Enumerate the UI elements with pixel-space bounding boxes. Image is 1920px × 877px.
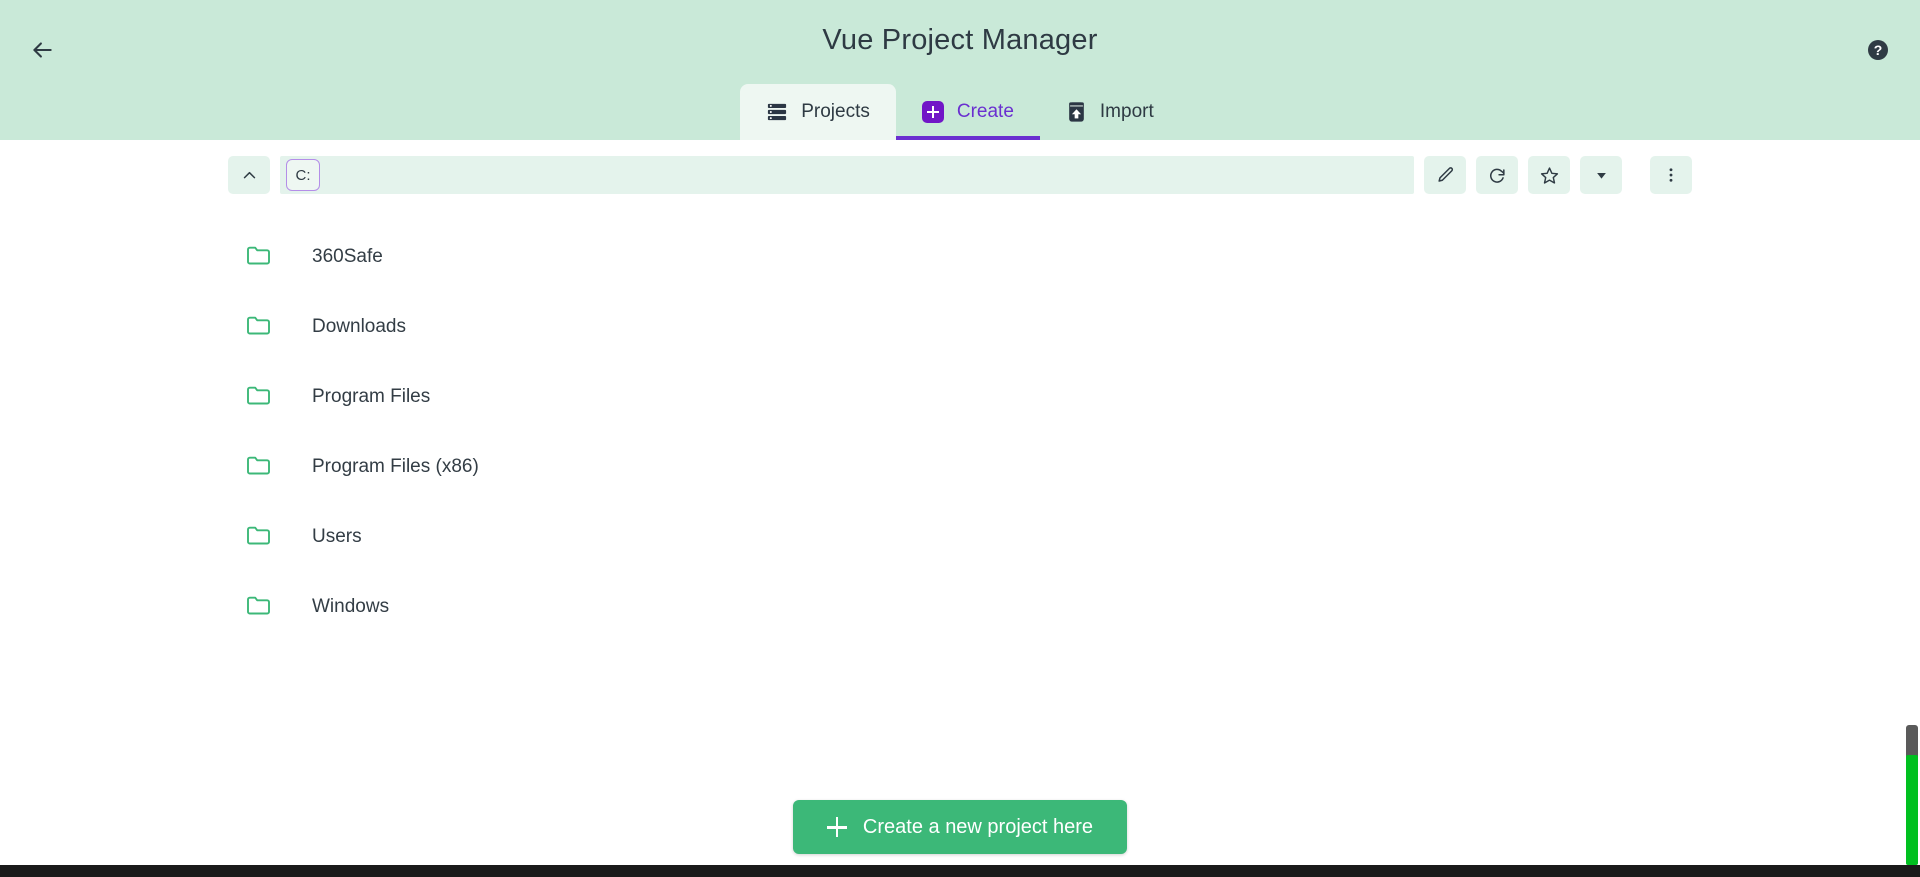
kebab-menu-icon <box>1669 168 1673 182</box>
list-item[interactable]: Downloads <box>0 292 1920 362</box>
folder-list: 360Safe Downloads Program Files Program Fil… <box>0 210 1920 790</box>
list-item-label: Windows <box>312 596 390 617</box>
tab-create[interactable]: Create <box>895 84 1040 140</box>
folder-icon <box>246 244 272 271</box>
folder-icon <box>246 454 272 481</box>
tab-projects-label: Projects <box>801 101 870 122</box>
folder-icon <box>246 524 272 551</box>
list-item-label: 360Safe <box>312 246 383 267</box>
chevron-down-icon <box>1596 172 1606 179</box>
list-item[interactable]: Program Files <box>0 362 1920 432</box>
list-item[interactable]: Users <box>0 502 1920 572</box>
list-item-label: Program Files <box>312 386 431 407</box>
list-item-label: Users <box>312 526 362 547</box>
help-button[interactable]: ? <box>1856 28 1900 72</box>
folder-icon <box>246 384 272 411</box>
app-window: Vue Project Manager ? Projects Create Im… <box>0 0 1920 877</box>
tab-bar: Projects Create Import <box>0 84 1920 140</box>
list-item-label: Program Files (x86) <box>312 456 479 477</box>
plus-square-icon <box>921 101 944 123</box>
path-toolbar: C: <box>0 140 1920 210</box>
chevron-up-icon <box>243 171 255 178</box>
create-new-project-label: Create a new project here <box>862 815 1094 838</box>
app-header: Vue Project Manager ? Projects Create Im… <box>0 0 1920 140</box>
list-item[interactable]: Program Files (x86) <box>0 432 1920 502</box>
list-item[interactable]: 360Safe <box>0 222 1920 292</box>
list-rows-icon <box>766 102 788 122</box>
tab-create-label: Create <box>956 101 1014 122</box>
folder-icon <box>246 594 272 621</box>
toolbar-actions <box>1424 156 1692 194</box>
upload-box-icon <box>1066 101 1087 123</box>
star-icon <box>1540 166 1558 184</box>
page-title: Vue Project Manager <box>822 24 1098 56</box>
refresh-button[interactable] <box>1476 156 1518 194</box>
bottom-edge-bar <box>0 865 1920 877</box>
tab-import-label: Import <box>1099 101 1154 122</box>
vertical-scrollbar[interactable] <box>1904 140 1920 877</box>
svg-text:?: ? <box>1874 42 1883 58</box>
breadcrumb-item-drive[interactable]: C: <box>286 159 320 191</box>
list-item[interactable]: Windows <box>0 572 1920 642</box>
create-project-area: Create a new project here <box>0 800 1920 854</box>
navigate-up-button[interactable] <box>228 156 270 194</box>
tab-import[interactable]: Import <box>1040 84 1180 140</box>
folder-icon <box>246 314 272 341</box>
pencil-icon <box>1437 166 1453 182</box>
favorite-button[interactable] <box>1528 156 1570 194</box>
refresh-icon <box>1489 168 1505 183</box>
edit-path-button[interactable] <box>1424 156 1466 194</box>
help-circle-icon: ? <box>1868 40 1888 60</box>
more-options-button[interactable] <box>1650 156 1692 194</box>
breadcrumb[interactable]: C: <box>280 156 1414 194</box>
scrollbar-progress[interactable] <box>1906 755 1918 865</box>
tab-projects[interactable]: Projects <box>740 84 896 140</box>
plus-icon <box>826 817 847 837</box>
favorites-dropdown-button[interactable] <box>1580 156 1622 194</box>
create-new-project-button[interactable]: Create a new project here <box>792 800 1128 854</box>
list-item-label: Downloads <box>312 316 406 337</box>
